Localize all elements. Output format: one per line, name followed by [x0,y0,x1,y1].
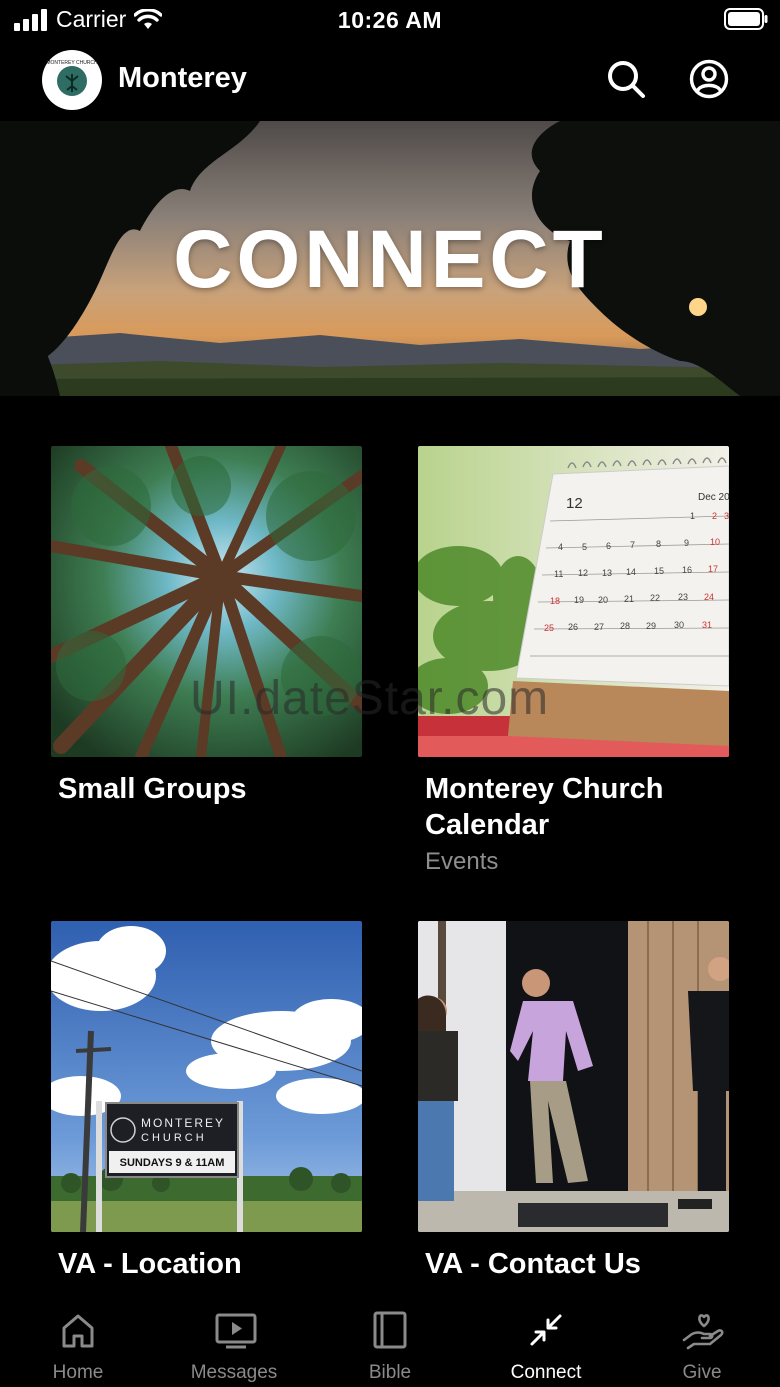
calendar-day: 10 [710,537,720,547]
tab-label: Messages [190,1362,278,1383]
app-title: Monterey [118,62,247,94]
bottom-tab-bar: Home Messages Bible Connect Give [0,1300,780,1387]
card-subtitle: Events [425,848,499,875]
clock-time: 10:26 AM [337,7,443,33]
tab-label: Connect [510,1362,582,1383]
people-doorway-image [418,921,729,1232]
card-thumbnail[interactable] [51,446,362,757]
sign-line-2: CHURCH [141,1132,207,1144]
tab-home[interactable]: Home [0,1300,156,1387]
calendar-day: 23 [678,592,688,602]
card-thumbnail[interactable]: 12 Dec 202 123 45678910 11121314151617 1… [418,446,729,757]
tab-label: Home [52,1362,104,1383]
app-header: MONTEREY CHURCH Monterey [0,48,780,112]
profile-icon[interactable] [688,58,730,100]
calendar-day: 3 [724,511,729,521]
calendar-day: 28 [620,621,630,631]
card-title: Small Groups [58,773,247,805]
calendar-day: 4 [558,542,563,552]
calendar-day: 17 [708,564,718,574]
connect-screen: Carrier 10:26 AM MONTEREY CHURCH Montere… [0,0,780,1387]
card-title: Monterey Church Calendar [425,773,664,841]
church-logo[interactable]: MONTEREY CHURCH [42,50,102,110]
calendar-day: 18 [550,596,560,606]
tab-label: Bible [368,1362,412,1383]
hero-banner: CONNECT [0,121,780,396]
tab-connect[interactable]: Connect [468,1300,624,1387]
tab-bible[interactable]: Bible [312,1300,468,1387]
search-icon[interactable] [605,58,647,100]
calendar-day: 21 [624,594,634,604]
book-icon [373,1311,407,1349]
calendar-day: 30 [674,620,684,630]
church-sign-image: MONTEREY CHURCH SUNDAYS 9 & 11AM [51,921,362,1232]
calendar-day: 19 [574,595,584,605]
calendar-day: 2 [712,511,717,521]
hero-title: CONNECT [173,214,607,305]
status-bar: Carrier 10:26 AM [0,0,780,44]
card-thumbnail[interactable]: MONTEREY CHURCH SUNDAYS 9 & 11AM [51,921,362,1232]
calendar-day: 24 [704,592,714,602]
calendar-day: 9 [684,538,689,548]
calendar-day: 31 [702,620,712,630]
calendar-day: 14 [626,567,636,577]
desk-calendar-image: 12 Dec 202 123 45678910 11121314151617 1… [418,446,729,757]
give-hand-heart-icon [682,1314,724,1350]
card-title: VA - Location [58,1248,242,1280]
calendar-day: 13 [602,568,612,578]
calendar-day: 6 [606,541,611,551]
video-icon [215,1313,257,1349]
home-icon [62,1314,94,1348]
forest-canopy-image [51,446,362,757]
tab-messages[interactable]: Messages [156,1300,312,1387]
card-thumbnail[interactable] [418,921,729,1232]
calendar-day: 27 [594,622,604,632]
calendar-month-number: 12 [566,495,583,512]
calendar-day: 22 [650,593,660,603]
calendar-day: 8 [656,539,661,549]
calendar-day: 12 [578,568,588,578]
tab-give[interactable]: Give [624,1300,780,1387]
card-title: VA - Contact Us [425,1248,641,1280]
church-logo-icon: MONTEREY CHURCH [44,52,100,108]
battery-icon [724,8,768,30]
connect-arrows-icon [530,1314,562,1346]
calendar-day: 25 [544,623,554,633]
calendar-day: 26 [568,622,578,632]
calendar-day: 20 [598,595,608,605]
calendar-day: 29 [646,621,656,631]
sign-line-1: MONTEREY [141,1116,225,1130]
calendar-day: 7 [630,540,635,550]
calendar-day: 15 [654,566,664,576]
calendar-day: 5 [582,542,587,552]
calendar-day: 1 [690,511,695,521]
sign-line-3: SUNDAYS 9 & 11AM [120,1157,225,1169]
tab-label: Give [682,1362,722,1383]
calendar-month-label: Dec 202 [698,492,729,503]
logo-text: MONTEREY CHURCH [46,60,98,66]
calendar-day: 11 [554,569,563,579]
calendar-day: 16 [682,565,692,575]
